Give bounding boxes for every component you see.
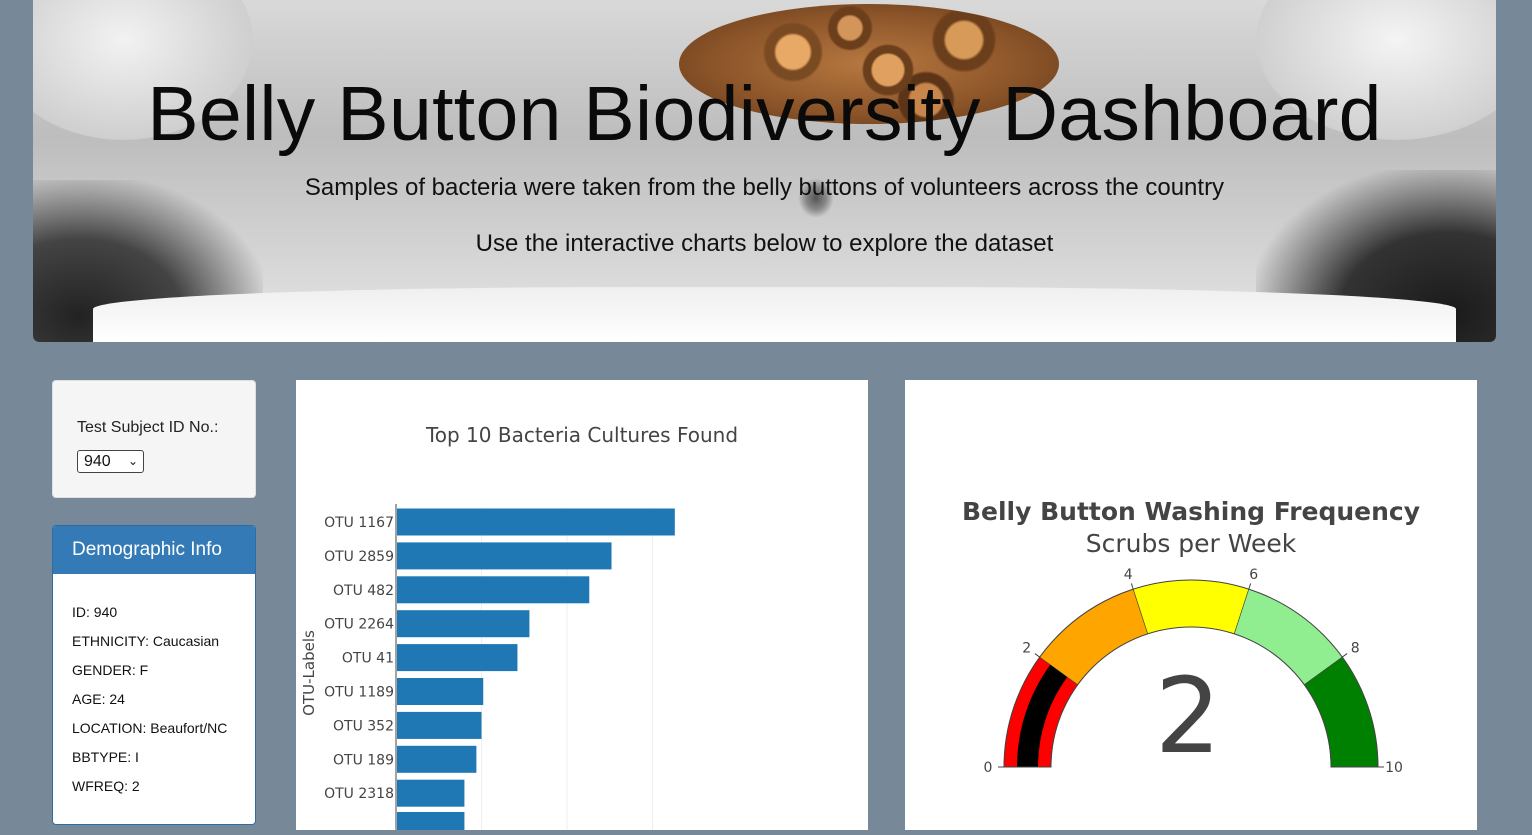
bar-tick-label: OTU 189 — [333, 752, 394, 768]
subject-id-selected: 940 — [84, 453, 111, 470]
bar-tick-label: OTU 2318 — [324, 786, 394, 802]
gauge-tick — [1248, 583, 1252, 590]
subject-id-dropdown[interactable]: 940 ⌄ — [77, 450, 144, 473]
page-subtitle: Samples of bacteria were taken from the … — [304, 174, 1225, 201]
gauge-tick-label: 10 — [1385, 760, 1403, 776]
demographic-location: LOCATION: Beaufort/NC — [72, 720, 228, 736]
bar-otu-41 — [397, 644, 518, 672]
demographic-ethnicity: ETHNICITY: Caucasian — [72, 633, 220, 649]
bar-chart-title: Top 10 Bacteria Cultures Found — [425, 423, 738, 447]
gauge-subtitle: Scrubs per Week — [1086, 529, 1297, 558]
demographic-info-list: ID: 940 ETHNICITY: Caucasian GENDER: F A… — [53, 574, 255, 795]
gauge-tick-label: 8 — [1351, 641, 1360, 657]
demographic-id: ID: 940 — [72, 604, 118, 620]
gauge-step-2 — [1132, 579, 1250, 635]
bar-otu-2264 — [397, 610, 530, 638]
demographic-age: AGE: 24 — [72, 691, 125, 707]
subject-selector-well: Test Subject ID No.: 940 ⌄ — [52, 380, 256, 498]
bar-otu-352 — [397, 711, 482, 739]
gauge-tick-label: 4 — [1124, 567, 1133, 583]
bar-otu-2859 — [397, 542, 612, 570]
gauge-tick — [1341, 653, 1348, 658]
gauge-tick-label: 0 — [984, 760, 993, 776]
bar-tick-label: OTU 2264 — [324, 617, 394, 633]
top10-bar-chart[interactable]: Top 10 Bacteria Cultures Found OTU 1167 OT… — [296, 380, 868, 835]
gauge-tick-label: 2 — [1022, 641, 1031, 657]
bar-partial — [397, 812, 465, 835]
gauge-title: Belly Button Washing Frequency — [962, 497, 1420, 526]
page-title: Belly Button Biodiversity Dashboard — [147, 71, 1382, 157]
bar-tick-label: OTU 482 — [333, 583, 394, 599]
demographic-panel-title: Demographic Info — [53, 526, 255, 574]
gauge-tick-label: 6 — [1249, 567, 1258, 583]
banner-image-waistband — [93, 287, 1456, 342]
gauge-tick — [1130, 583, 1134, 590]
bar-tick-label: OTU 41 — [342, 651, 394, 667]
page-instructions: Use the interactive charts below to expl… — [475, 230, 1054, 257]
washing-frequency-gauge[interactable]: Belly Button Washing Frequency Scrubs per… — [905, 380, 1477, 830]
bar-otu-189 — [397, 745, 477, 773]
subject-selector-label: Test Subject ID No.: — [77, 419, 219, 436]
gauge-tick — [1034, 653, 1041, 658]
gauge-chart-card: Belly Button Washing Frequency Scrubs per… — [905, 380, 1477, 830]
bar-tick-label: OTU 352 — [333, 718, 394, 734]
bar-y-axis-label: OTU-Labels — [300, 630, 318, 716]
header-banner: Belly Button Biodiversity Dashboard Samp… — [33, 0, 1496, 342]
chevron-down-icon: ⌄ — [127, 454, 138, 468]
bar-otu-1167 — [397, 508, 675, 536]
bar-tick-label: OTU 1189 — [324, 685, 394, 701]
demographic-wfreq: WFREQ: 2 — [72, 778, 140, 794]
bar-otu-2318 — [397, 779, 465, 807]
demographic-panel: Demographic Info ID: 940 ETHNICITY: Cauc… — [52, 525, 256, 825]
gauge-value-number: 2 — [1155, 655, 1221, 777]
bar-tick-label: OTU 1167 — [324, 515, 394, 531]
demographic-gender: GENDER: F — [72, 662, 149, 678]
bar-tick-label: OTU 2859 — [324, 549, 394, 565]
demographic-bbtype: BBTYPE: I — [72, 749, 139, 765]
bar-otu-1189 — [397, 678, 484, 705]
bar-chart-card: Top 10 Bacteria Cultures Found OTU 1167 OT… — [296, 380, 868, 835]
bar-otu-482 — [397, 576, 590, 604]
